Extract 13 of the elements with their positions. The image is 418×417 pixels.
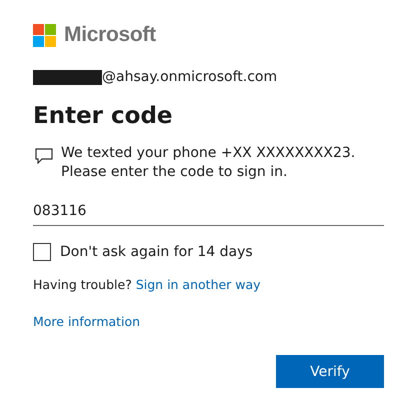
trouble-text: Having trouble? [33, 277, 132, 292]
brand-name: Microsoft [64, 23, 156, 47]
redaction-bar [33, 70, 102, 84]
logo-icon [33, 24, 56, 46]
page-title: Enter code [33, 102, 174, 131]
account-email: @ahsay.onmicrosoft.com [102, 69, 278, 85]
instruction-text: We texted your phone +XX XXXXXXXX23. Please enter the code to sign in. [61, 144, 356, 182]
more-info-link[interactable]: More information [33, 314, 140, 329]
checkbox-label: Don't ask again for 14 days [60, 244, 253, 260]
sign-in-link[interactable]: Sign in another way [136, 277, 261, 292]
checkbox[interactable] [33, 243, 51, 261]
verify-button[interactable]: Verify [276, 355, 384, 388]
message-icon [35, 148, 53, 164]
